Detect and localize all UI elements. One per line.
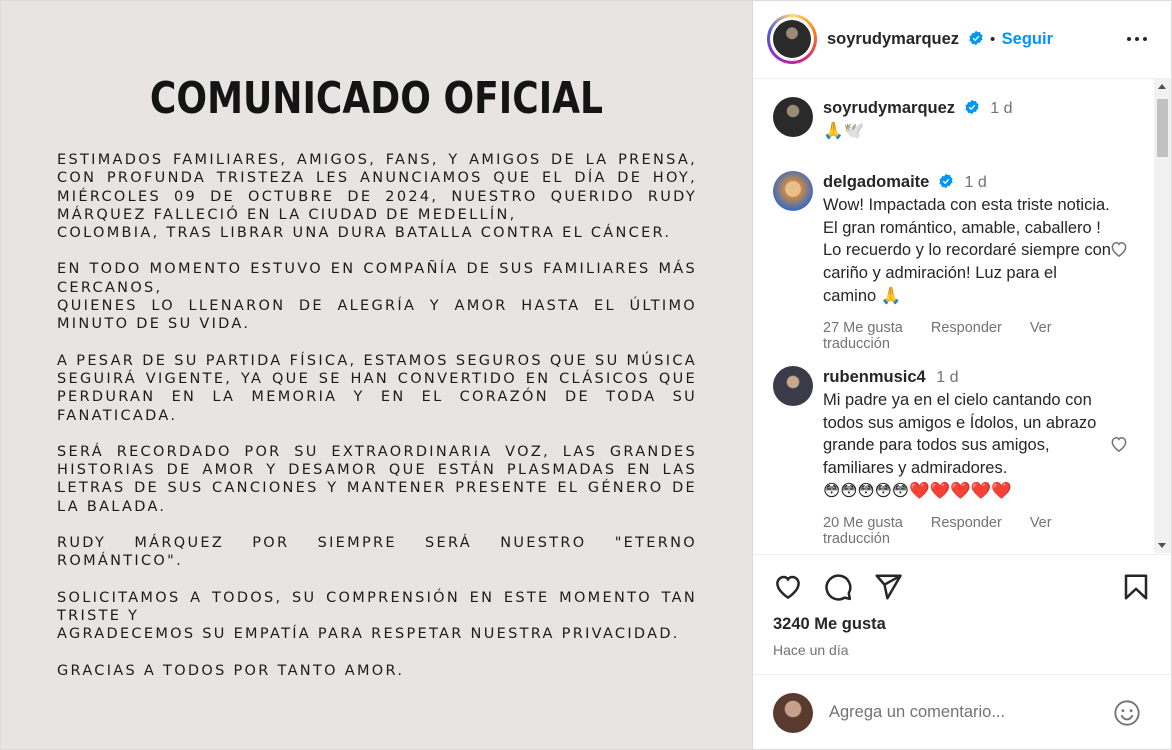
separator-dot: • [989,31,996,48]
post-time: Hace un día [773,642,849,658]
comment-time: 1 d [936,369,959,386]
comment-input[interactable]: Agrega un comentario... [829,703,1005,722]
statement-paragraph: A pesar de su partida física, estamos se… [57,352,697,424]
author-info: soyrudymarquez • Seguir [827,30,1053,49]
save-bookmark-icon[interactable] [1121,572,1151,602]
scrollbar-thumb[interactable] [1157,99,1168,157]
comment-emojis: 😳😳😳😳😳❤️❤️❤️❤️❤️ [823,480,1012,500]
caption-avatar[interactable] [773,97,813,137]
author-username[interactable]: soyrudymarquez [827,30,959,48]
statement-paragraph: En todo momento estuvo en compañía de su… [57,261,697,333]
post-side-panel: soyrudymarquez • Seguir soyrudymarquez 1… [752,1,1171,749]
follow-button[interactable]: Seguir [1002,30,1053,48]
like-heart-icon[interactable] [773,572,803,602]
statement-paragraph: Estimados familiares, amigos, fans, y am… [57,152,697,242]
verified-badge-icon [968,30,983,46]
like-comment-heart-icon[interactable] [1109,434,1129,454]
author-avatar[interactable] [767,14,817,64]
commenter-avatar[interactable] [773,171,813,211]
post-header: soyrudymarquez • Seguir [753,1,1171,79]
post-image: COMUNICADO OFICIAL Estimados familiares,… [1,1,752,749]
scroll-down-arrow-icon[interactable] [1158,543,1166,548]
statement-paragraph: Gracias a todos por tanto amor. [57,662,405,679]
post-actions: 3240 Me gusta Hace un día [753,554,1171,675]
commenter-avatar[interactable] [773,366,813,406]
more-options-icon[interactable] [1125,27,1149,51]
statement-body: Estimados familiares, amigos, fans, y am… [57,151,697,698]
comment-likes[interactable]: 20 Me gusta [823,515,903,531]
emoji-picker-icon[interactable] [1113,699,1141,727]
reply-button[interactable]: Responder [931,320,1002,336]
caption-text: 🙏🕊️ [823,121,865,140]
statement-paragraph: Solicitamos a todos, su comprensión en e… [57,589,697,643]
caption-time: 1 d [990,100,1013,117]
comment-likes[interactable]: 27 Me gusta [823,320,903,336]
add-comment-bar: Agrega un comentario... [753,674,1171,750]
caption-username[interactable]: soyrudymarquez [823,99,955,117]
comment-bubble-icon[interactable] [823,572,853,602]
reply-button[interactable]: Responder [931,515,1002,531]
comments-scrollbar[interactable] [1154,79,1171,553]
comment-text: Wow! Impactada con esta triste noticia. … [823,196,1111,305]
commenter-username[interactable]: rubenmusic4 [823,368,926,386]
comment-time: 1 d [964,174,987,191]
comment-meta: 20 Me gusta Responder Ver traducción [823,515,1113,547]
comment-meta: 27 Me gusta Responder Ver traducción [823,320,1113,352]
likes-count[interactable]: 3240 Me gusta [773,615,886,634]
comment-text: Mi padre ya en el cielo cantando con tod… [823,391,1097,478]
like-comment-heart-icon[interactable] [1109,239,1129,259]
statement-paragraph: Rudy Márquez por siempre será nuestro "E… [57,535,697,570]
scroll-up-arrow-icon[interactable] [1158,84,1166,89]
current-user-avatar [773,693,813,733]
comments-list[interactable]: soyrudymarquez 1 d 🙏🕊️ delgadomaite 1 d … [753,79,1153,553]
verified-badge-icon [965,99,979,115]
commenter-username[interactable]: delgadomaite [823,173,929,191]
statement-title: COMUNICADO OFICIAL [149,73,604,124]
verified-badge-icon [939,173,953,189]
share-send-icon[interactable] [873,572,903,602]
statement-paragraph: Será recordado por su extraordinaria voz… [57,443,697,515]
